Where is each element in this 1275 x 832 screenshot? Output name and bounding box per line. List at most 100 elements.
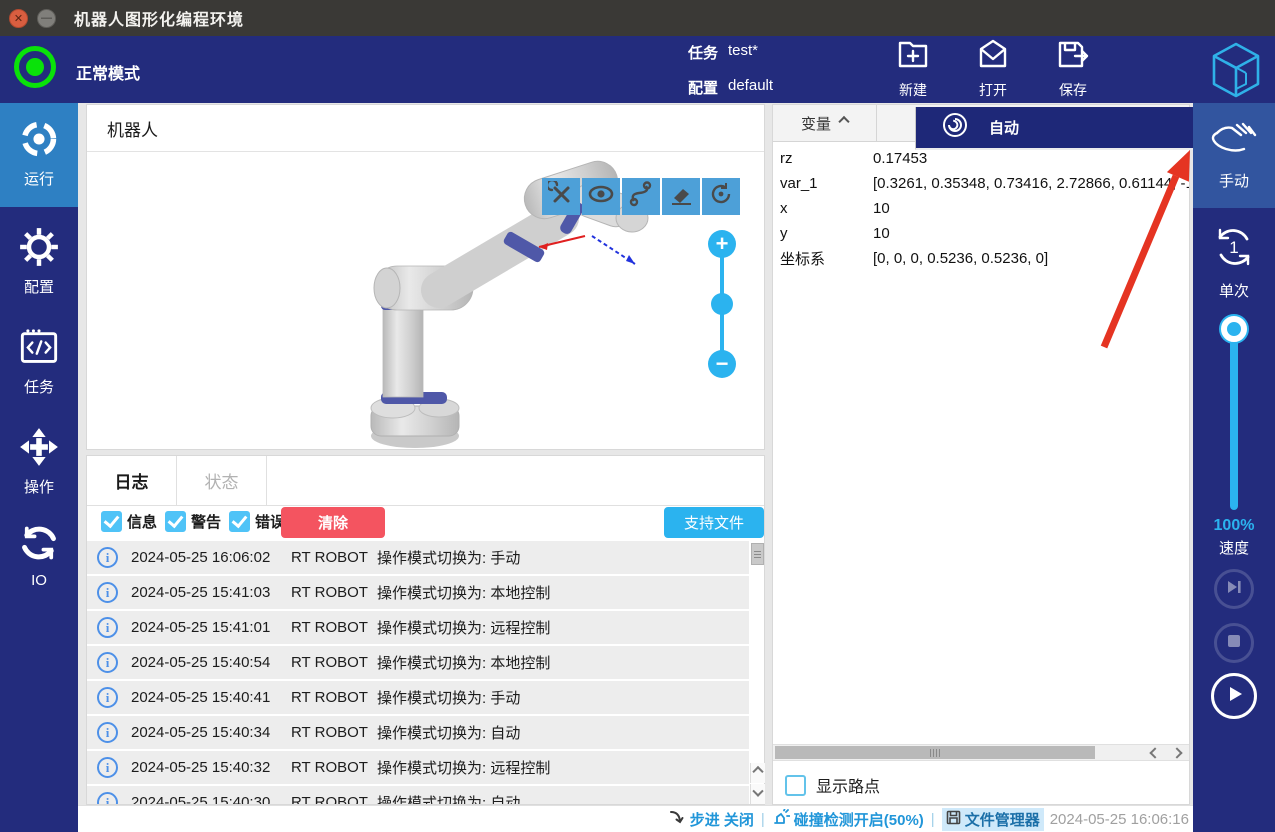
log-list[interactable]: i 2024-05-25 16:06:02 RT ROBOT 操作模式切换为: …: [87, 541, 749, 804]
checkbox-icon[interactable]: [229, 511, 250, 532]
clear-log-button[interactable]: 清除: [281, 507, 385, 538]
zoom-out-button[interactable]: −: [708, 350, 736, 378]
tab-status[interactable]: 状态: [177, 456, 267, 505]
hscrollbar-thumb[interactable]: [775, 746, 1095, 759]
info-icon: i: [97, 757, 118, 778]
variable-row[interactable]: y 10: [773, 221, 1189, 246]
log-row[interactable]: i 2024-05-25 15:40:32 RT ROBOT 操作模式切换为: …: [87, 751, 749, 784]
log-scrollbar-thumb[interactable]: [751, 543, 764, 565]
open-envelope-icon: [975, 59, 1011, 76]
task-value: test*: [728, 42, 758, 59]
open-button[interactable]: 打开: [958, 36, 1028, 100]
step-icon: [669, 809, 686, 830]
log-filter-checkbox[interactable]: 信息: [101, 511, 157, 532]
path-icon: [628, 181, 654, 212]
variables-header-cell[interactable]: 变量: [773, 105, 877, 141]
log-row[interactable]: i 2024-05-25 16:06:02 RT ROBOT 操作模式切换为: …: [87, 541, 749, 574]
scroll-left-button[interactable]: [1145, 746, 1165, 760]
log-scroll-up-button[interactable]: [750, 763, 765, 783]
sidebar-item-operate[interactable]: 操作: [0, 411, 78, 511]
robot-panel-title: 机器人: [87, 105, 764, 152]
new-button[interactable]: 新建: [878, 36, 948, 100]
info-icon: i: [97, 722, 118, 743]
eraser-button[interactable]: [662, 178, 700, 215]
minimize-icon[interactable]: —: [37, 9, 56, 28]
log-filter-row: 信息 警告 错误 清除 支持文件: [87, 506, 764, 541]
close-icon[interactable]: ✕: [9, 9, 28, 28]
zoom-in-button[interactable]: +: [708, 230, 736, 258]
path-button[interactable]: [622, 178, 660, 215]
checkbox-icon[interactable]: [165, 511, 186, 532]
right-sidebar: 手动 1 单次 100% 速度: [1193, 103, 1275, 832]
show-waypoints-toggle[interactable]: 显示路点: [785, 773, 880, 797]
log-row[interactable]: i 2024-05-25 15:41:03 RT ROBOT 操作模式切换为: …: [87, 576, 749, 609]
mode-dropdown-item-auto[interactable]: 自动: [915, 107, 1193, 150]
info-icon: i: [97, 617, 118, 638]
scroll-right-button[interactable]: [1167, 746, 1187, 760]
collision-status[interactable]: 碰撞检测开启(50%): [772, 809, 924, 830]
checkbox-icon[interactable]: [785, 775, 806, 796]
speed-slider-track[interactable]: [1230, 325, 1238, 510]
eye-button[interactable]: [582, 178, 620, 215]
speed-value: 100%: [1193, 517, 1275, 535]
tab-log[interactable]: 日志: [87, 456, 177, 505]
status-timestamp: 2024-05-25 16:06:16: [1050, 811, 1189, 828]
variables-hscrollbar[interactable]: [773, 744, 1189, 761]
rotate-button[interactable]: [702, 178, 740, 215]
variable-row[interactable]: x 10: [773, 196, 1189, 221]
single-run-button[interactable]: 1 单次: [1193, 215, 1275, 310]
manual-mode-button[interactable]: 手动: [1193, 103, 1275, 208]
tools-button[interactable]: [542, 178, 580, 215]
svg-text:1: 1: [1229, 238, 1238, 257]
log-row[interactable]: i 2024-05-25 15:40:34 RT ROBOT 操作模式切换为: …: [87, 716, 749, 749]
variable-row[interactable]: 坐标系 [0, 0, 0, 0.5236, 0.5236, 0]: [773, 246, 1189, 271]
log-row[interactable]: i 2024-05-25 15:41:01 RT ROBOT 操作模式切换为: …: [87, 611, 749, 644]
title-bar: ✕ — 机器人图形化编程环境: [0, 0, 1275, 36]
status-divider: |: [931, 811, 935, 828]
sidebar-item-task[interactable]: 任务: [0, 311, 78, 411]
hand-icon: [1209, 148, 1259, 165]
run-target-icon: [19, 146, 59, 163]
file-manager-button[interactable]: 文件管理器: [942, 808, 1044, 831]
speed-slider-handle[interactable]: [1221, 316, 1247, 342]
save-floppy-icon: [1055, 59, 1091, 76]
step-status[interactable]: 步进 关闭: [669, 809, 754, 830]
info-icon: i: [97, 687, 118, 708]
info-icon: i: [97, 792, 118, 804]
sidebar-item-config[interactable]: 配置: [0, 211, 78, 311]
checkbox-icon[interactable]: [101, 511, 122, 532]
skip-next-button[interactable]: [1214, 569, 1254, 609]
log-row[interactable]: i 2024-05-25 15:40:54 RT ROBOT 操作模式切换为: …: [87, 646, 749, 679]
left-sidebar: 运行 配置 任务 操作: [0, 103, 78, 832]
rotate-icon: [708, 181, 734, 212]
new-file-icon: [895, 59, 931, 76]
collision-icon: [772, 809, 790, 830]
log-row[interactable]: i 2024-05-25 15:40:41 RT ROBOT 操作模式切换为: …: [87, 681, 749, 714]
eraser-icon: [668, 181, 694, 212]
status-divider: |: [761, 811, 765, 828]
config-value: default: [728, 77, 773, 94]
move-arrows-icon: [19, 454, 59, 471]
eye-icon: [587, 181, 615, 212]
sidebar-item-run[interactable]: 运行: [0, 103, 78, 207]
log-filter-checkbox[interactable]: 警告: [165, 511, 221, 532]
log-scroll-down-button[interactable]: [750, 784, 765, 804]
mode-indicator-icon: [14, 46, 56, 88]
stop-button[interactable]: [1214, 623, 1254, 663]
robot-view-panel: 机器人: [86, 104, 765, 450]
support-file-button[interactable]: 支持文件: [664, 507, 764, 538]
code-window-icon: [19, 354, 59, 371]
mode-label: 正常模式: [76, 60, 140, 84]
save-button[interactable]: 保存: [1038, 36, 1108, 100]
log-row[interactable]: i 2024-05-25 15:40:30 RT ROBOT 操作模式切换为: …: [87, 786, 749, 804]
zoom-slider-handle[interactable]: [711, 293, 733, 315]
play-button[interactable]: [1211, 673, 1257, 719]
app-window: ✕ — 机器人图形化编程环境 正常模式 任务 test* 配置 default …: [0, 0, 1275, 832]
window-title: 机器人图形化编程环境: [74, 6, 244, 30]
log-filter-checkbox[interactable]: 错误: [229, 511, 285, 532]
floppy-icon: [946, 810, 961, 829]
brand-cube-logo: [1208, 40, 1264, 105]
speed-label: 速度: [1193, 537, 1275, 558]
sidebar-item-io[interactable]: IO: [0, 507, 78, 607]
variable-row[interactable]: var_1 [0.3261, 0.35348, 0.73416, 2.72866…: [773, 171, 1189, 196]
